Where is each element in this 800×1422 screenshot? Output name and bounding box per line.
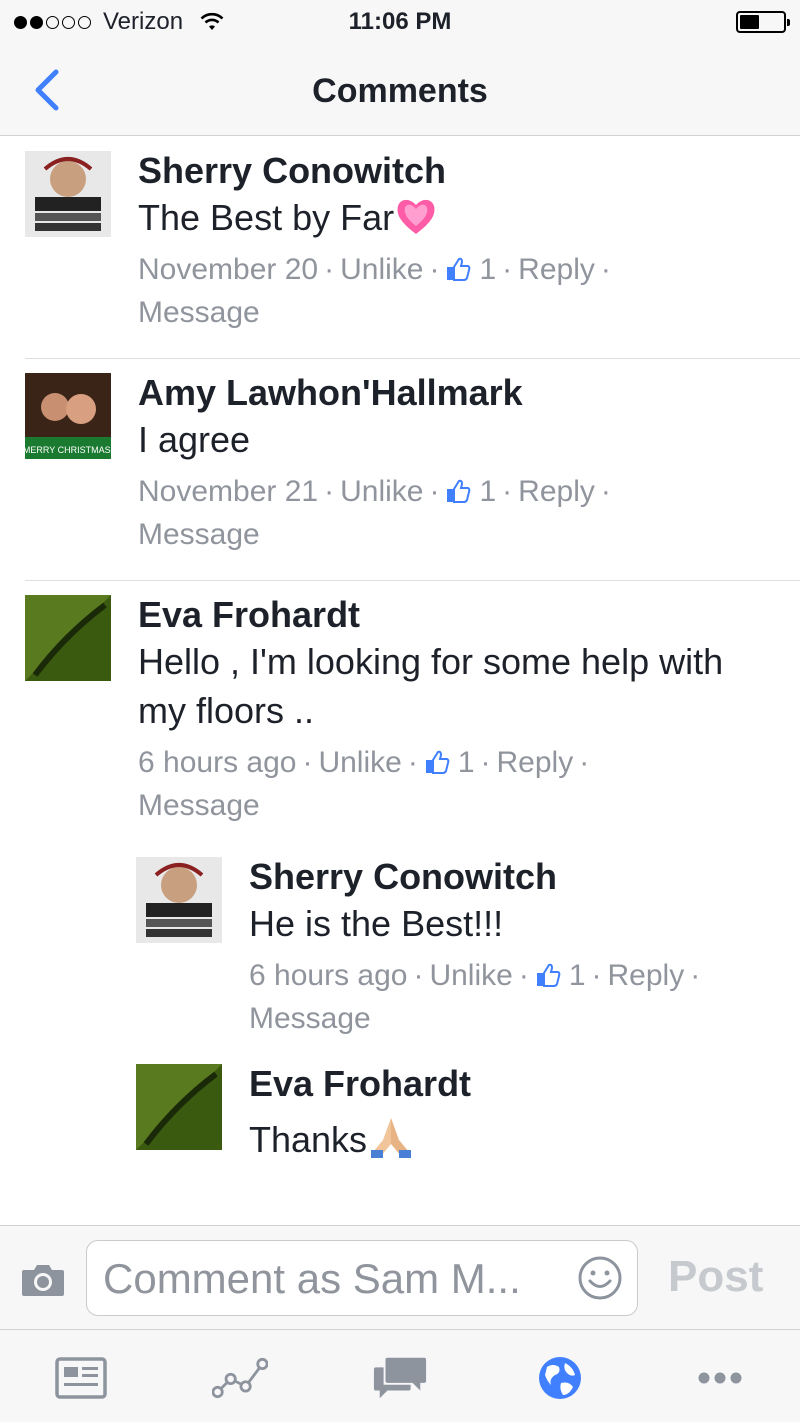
- message-link[interactable]: Message: [138, 789, 260, 822]
- comment-composer: Comment as Sam M... Post: [0, 1225, 800, 1329]
- comment-meta: 6 hours ago · Unlike · 1 · Reply · Message: [249, 959, 701, 1035]
- like-count[interactable]: 1: [479, 253, 496, 286]
- comment-item: Sherry Conowitch The Best by Far Novembe…: [0, 137, 800, 359]
- avatar[interactable]: [136, 857, 222, 943]
- tab-insights[interactable]: [212, 1354, 268, 1402]
- tab-bar: [0, 1329, 800, 1422]
- comments-list[interactable]: Sherry Conowitch The Best by Far Novembe…: [0, 137, 800, 1225]
- unlike-link[interactable]: Unlike: [340, 253, 423, 286]
- post-button[interactable]: Post: [668, 1252, 763, 1302]
- reply-link[interactable]: Reply: [518, 253, 595, 286]
- status-time: 11:06 PM: [348, 8, 452, 35]
- comment-text: The Best by Far: [138, 193, 780, 242]
- comment-text: He is the Best!!!: [249, 903, 504, 944]
- tab-messages[interactable]: [372, 1354, 428, 1402]
- status-bar: Verizon 11:06 PM: [0, 0, 800, 44]
- comment-text: Hello , I'm looking for some help with m…: [138, 641, 724, 731]
- comment-item: Eva Frohardt Hello , I'm looking for som…: [0, 581, 800, 827]
- tab-news-feed[interactable]: [53, 1354, 109, 1402]
- praying-hands-emoji-icon: [371, 1118, 412, 1158]
- thumbs-up-icon: [447, 479, 471, 503]
- comment-time[interactable]: 6 hours ago: [249, 959, 407, 992]
- unlike-link[interactable]: Unlike: [429, 959, 512, 992]
- reply-item: Sherry Conowitch He is the Best!!! 6 hou…: [0, 843, 800, 1040]
- avatar[interactable]: [25, 595, 111, 681]
- reply-link[interactable]: Reply: [608, 959, 685, 992]
- like-count[interactable]: 1: [458, 746, 475, 779]
- comment-item: MERRY CHRISTMAS! Amy Lawhon'Hallmark I a…: [0, 359, 800, 581]
- avatar-caption: MERRY CHRISTMAS!: [25, 445, 111, 455]
- comment-author[interactable]: Sherry Conowitch: [249, 855, 780, 899]
- comment-text: I agree: [138, 419, 251, 460]
- like-count[interactable]: 1: [569, 959, 586, 992]
- globe-icon: [539, 1357, 581, 1399]
- avatar[interactable]: [136, 1064, 222, 1150]
- comment-author[interactable]: Eva Frohardt: [138, 593, 780, 637]
- comment-time[interactable]: 6 hours ago: [138, 746, 296, 779]
- comment-time[interactable]: November 20: [138, 253, 318, 286]
- heart-emoji-icon: [397, 199, 435, 234]
- page-title: Comments: [312, 72, 488, 110]
- tab-globe[interactable]: [532, 1354, 588, 1402]
- messages-icon: [373, 1357, 427, 1399]
- news-feed-icon: [55, 1357, 107, 1399]
- reply-item: Eva Frohardt Thanks: [0, 1050, 800, 1164]
- reply-link[interactable]: Reply: [497, 746, 574, 779]
- battery-icon: [736, 11, 790, 33]
- comment-text-content: The Best by Far: [138, 197, 395, 238]
- comment-author[interactable]: Amy Lawhon'Hallmark: [138, 371, 780, 415]
- comment-input-placeholder: Comment as Sam M...: [103, 1255, 521, 1302]
- message-link[interactable]: Message: [249, 1002, 371, 1035]
- like-count[interactable]: 1: [479, 475, 496, 508]
- avatar[interactable]: MERRY CHRISTMAS!: [25, 373, 111, 459]
- comment-time[interactable]: November 21: [138, 475, 318, 508]
- reply-link[interactable]: Reply: [518, 475, 595, 508]
- unlike-link[interactable]: Unlike: [318, 746, 401, 779]
- comment-author[interactable]: Sherry Conowitch: [138, 149, 780, 193]
- smiley-icon[interactable]: [577, 1255, 623, 1301]
- comment-meta: 6 hours ago · Unlike · 1 · Reply · Message: [138, 746, 590, 822]
- comment-meta: November 20 · Unlike · 1 · Reply · Message: [138, 253, 611, 329]
- navigation-bar: Comments: [0, 44, 800, 136]
- message-link[interactable]: Message: [138, 518, 260, 551]
- comment-input[interactable]: Comment as Sam M...: [86, 1240, 638, 1316]
- comment-author[interactable]: Eva Frohardt: [249, 1062, 780, 1106]
- thumbs-up-icon: [536, 963, 561, 987]
- tab-more[interactable]: [692, 1354, 748, 1402]
- comment-text-content: Thanks: [249, 1119, 368, 1160]
- thumbs-up-icon: [447, 257, 471, 281]
- more-icon: [698, 1372, 742, 1384]
- thumbs-up-icon: [425, 750, 450, 774]
- insights-graph-icon: [212, 1357, 268, 1399]
- camera-icon[interactable]: [20, 1260, 66, 1298]
- comment-text: Thanks: [249, 1114, 780, 1164]
- avatar[interactable]: [25, 151, 111, 237]
- unlike-link[interactable]: Unlike: [340, 475, 423, 508]
- comment-meta: November 21 · Unlike · 1 · Reply · Message: [138, 475, 611, 551]
- message-link[interactable]: Message: [138, 296, 260, 329]
